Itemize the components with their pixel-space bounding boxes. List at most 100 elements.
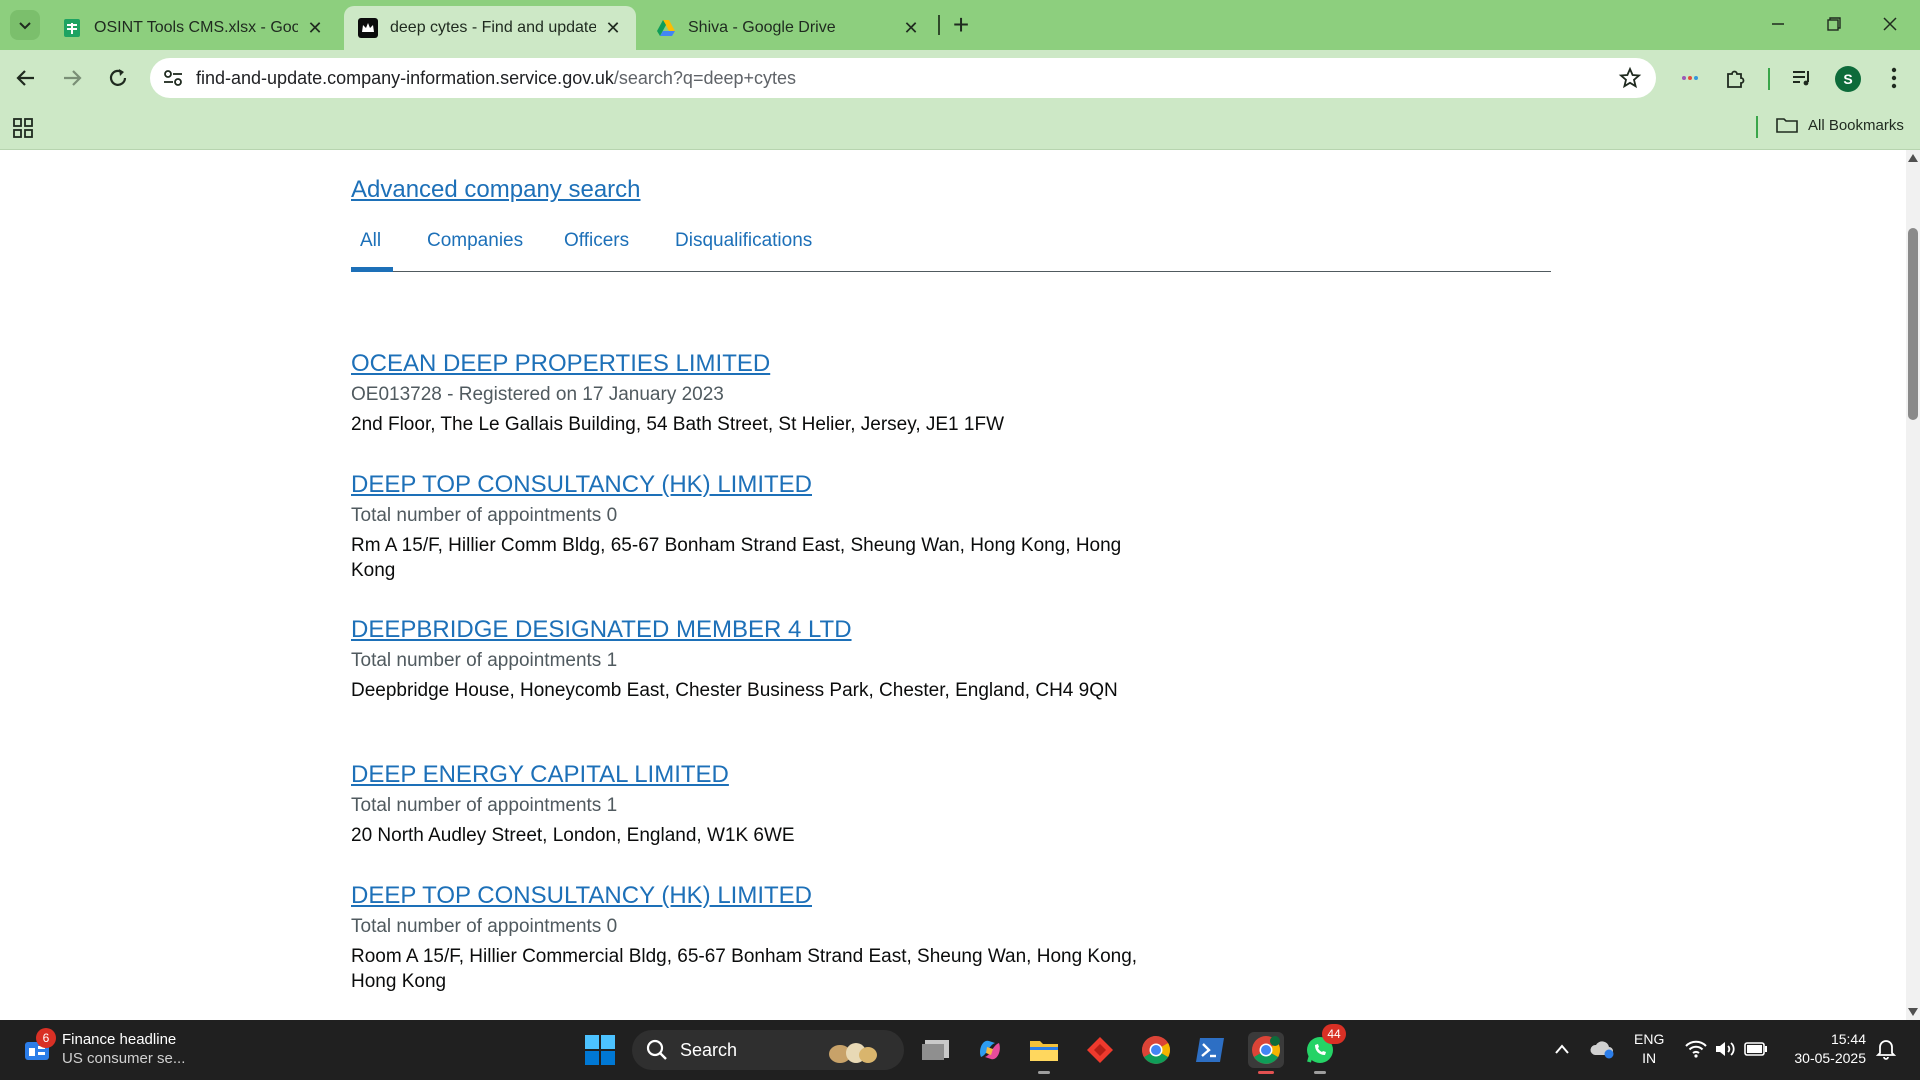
result-title-link[interactable]: DEEP TOP CONSULTANCY (HK) LIMITED	[351, 882, 1151, 910]
active-tab-indicator	[351, 267, 393, 272]
file-explorer-button[interactable]	[1026, 1032, 1062, 1074]
running-indicator	[1038, 1071, 1050, 1074]
volume-button[interactable]	[1712, 1034, 1740, 1064]
extension-badge-icon	[1682, 76, 1698, 80]
forward-button[interactable]	[56, 62, 88, 94]
show-hidden-icons-button[interactable]	[1550, 1034, 1574, 1064]
tab-drive[interactable]: Shiva - Google Drive ✕	[642, 6, 934, 50]
apps-grid-icon[interactable]	[12, 116, 36, 140]
search-label: Search	[680, 1039, 738, 1060]
close-icon[interactable]: ✕	[604, 18, 622, 38]
minimize-button[interactable]	[1758, 8, 1798, 40]
extensions-button[interactable]	[1722, 64, 1750, 92]
folder-icon	[1776, 118, 1798, 133]
folder-icon	[1030, 1041, 1058, 1061]
onedrive-button[interactable]	[1588, 1034, 1616, 1064]
page-viewport: Advanced company search All Companies Of…	[0, 150, 1906, 1020]
terminal-icon	[1196, 1038, 1224, 1062]
url-host: find-and-update.company-information.serv…	[196, 68, 614, 88]
result-meta: OE013728 - Registered on 17 January 2023	[351, 384, 724, 405]
result-meta: Total number of appointments 0	[351, 916, 618, 937]
restore-icon	[1827, 17, 1841, 31]
running-indicator	[1314, 1071, 1326, 1074]
whatsapp-button[interactable]: 44	[1302, 1024, 1346, 1074]
playlist-icon	[1793, 71, 1809, 86]
tab-search-button[interactable]	[10, 10, 40, 40]
start-button[interactable]	[584, 1034, 616, 1066]
wifi-button[interactable]	[1682, 1034, 1710, 1064]
copilot-icon	[980, 1040, 1000, 1060]
list-item: DEEP TOP CONSULTANCY (HK) LIMITED Total …	[351, 882, 1151, 994]
drive-icon	[657, 20, 675, 36]
toolbar-divider	[1768, 68, 1770, 90]
news-badge: 6	[36, 1028, 56, 1048]
windows-taskbar: 6 Finance headline US consumer se... Sea…	[0, 1020, 1920, 1080]
bookmark-star-icon[interactable]	[1618, 66, 1642, 90]
result-address: Deepbridge House, Honeycomb East, Cheste…	[351, 680, 1118, 701]
tab-companies[interactable]: Companies	[427, 230, 523, 252]
arrow-left-icon	[16, 70, 34, 86]
bookmarks-divider	[1756, 116, 1758, 138]
back-button[interactable]	[10, 62, 42, 94]
site-settings-icon[interactable]	[162, 67, 184, 89]
clock-time: 15:44	[1830, 1031, 1866, 1047]
battery-icon	[1744, 1042, 1767, 1056]
taskbar-search[interactable]: Search	[632, 1030, 904, 1070]
tab-title: deep cytes - Find and update co	[390, 19, 596, 36]
url-path: /search?q=deep+cytes	[613, 68, 797, 88]
page-scrollbar[interactable]	[1906, 150, 1920, 1020]
battery-button[interactable]	[1742, 1034, 1770, 1064]
scroll-up-arrow-icon[interactable]	[1908, 154, 1918, 162]
minimize-icon	[1772, 23, 1784, 25]
url-text[interactable]: find-and-update.company-information.serv…	[196, 68, 796, 89]
close-icon[interactable]: ✕	[306, 18, 324, 38]
result-title-link[interactable]: DEEP ENERGY CAPITAL LIMITED	[351, 761, 1151, 789]
chevron-up-icon	[1555, 1044, 1569, 1054]
scroll-down-arrow-icon[interactable]	[1908, 1008, 1918, 1016]
result-address: 2nd Floor, The Le Gallais Building, 54 B…	[351, 414, 1005, 435]
news-subtitle: US consumer se...	[62, 1050, 186, 1067]
results-tabs: All Companies Officers Disqualifications	[351, 222, 1551, 272]
extension-button[interactable]	[1676, 64, 1704, 92]
copilot-button[interactable]	[972, 1032, 1008, 1068]
tab-companies-house[interactable]: deep cytes - Find and update co ✕	[344, 6, 636, 50]
chrome-icon	[1252, 1036, 1280, 1064]
result-title-link[interactable]: DEEP TOP CONSULTANCY (HK) LIMITED	[351, 471, 1151, 499]
system-clock[interactable]: 15:44 30-05-2025	[1786, 1030, 1866, 1068]
close-icon	[1883, 17, 1897, 31]
tab-disqualifications[interactable]: Disqualifications	[675, 230, 812, 252]
all-bookmarks-label: All Bookmarks	[1808, 116, 1904, 134]
scroll-thumb[interactable]	[1908, 228, 1918, 420]
restore-button[interactable]	[1814, 8, 1854, 40]
notifications-button[interactable]	[1872, 1034, 1900, 1064]
task-view-button[interactable]	[918, 1032, 954, 1068]
input-language-indicator[interactable]: ENG IN	[1634, 1030, 1664, 1068]
chrome-profile-button[interactable]	[1248, 1032, 1284, 1074]
result-title-link[interactable]: OCEAN DEEP PROPERTIES LIMITED	[351, 350, 1151, 378]
result-title-link[interactable]: DEEPBRIDGE DESIGNATED MEMBER 4 LTD	[351, 616, 1151, 644]
new-tab-button[interactable]: +	[946, 9, 976, 40]
search-icon	[646, 1039, 667, 1060]
address-bar[interactable]: find-and-update.company-information.serv…	[150, 58, 1656, 98]
anydesk-button[interactable]	[1082, 1032, 1118, 1068]
tab-all[interactable]: All	[360, 230, 381, 252]
tab-strip: OSINT Tools CMS.xlsx - Google ✕ deep cyt…	[0, 0, 1920, 50]
close-window-button[interactable]	[1870, 8, 1910, 40]
chrome-button[interactable]	[1138, 1032, 1174, 1068]
language-label: ENG	[1634, 1031, 1665, 1047]
wifi-icon	[1685, 1040, 1707, 1058]
powershell-button[interactable]	[1192, 1032, 1228, 1068]
profile-avatar[interactable]: S	[1835, 66, 1861, 92]
windows-logo-icon	[585, 1035, 615, 1065]
close-icon[interactable]: ✕	[902, 18, 920, 38]
tab-sheets[interactable]: OSINT Tools CMS.xlsx - Google ✕	[48, 6, 338, 50]
chrome-menu-button[interactable]	[1880, 64, 1908, 92]
advanced-search-link[interactable]: Advanced company search	[351, 176, 641, 204]
news-widget[interactable]: 6 Finance headline US consumer se...	[22, 1028, 186, 1068]
reload-button[interactable]	[102, 62, 134, 94]
all-bookmarks-button[interactable]: All Bookmarks	[1776, 116, 1904, 134]
whatsapp-badge: 44	[1322, 1024, 1346, 1044]
tab-separator	[938, 15, 940, 35]
media-controls-button[interactable]	[1788, 64, 1816, 92]
tab-officers[interactable]: Officers	[564, 230, 629, 252]
